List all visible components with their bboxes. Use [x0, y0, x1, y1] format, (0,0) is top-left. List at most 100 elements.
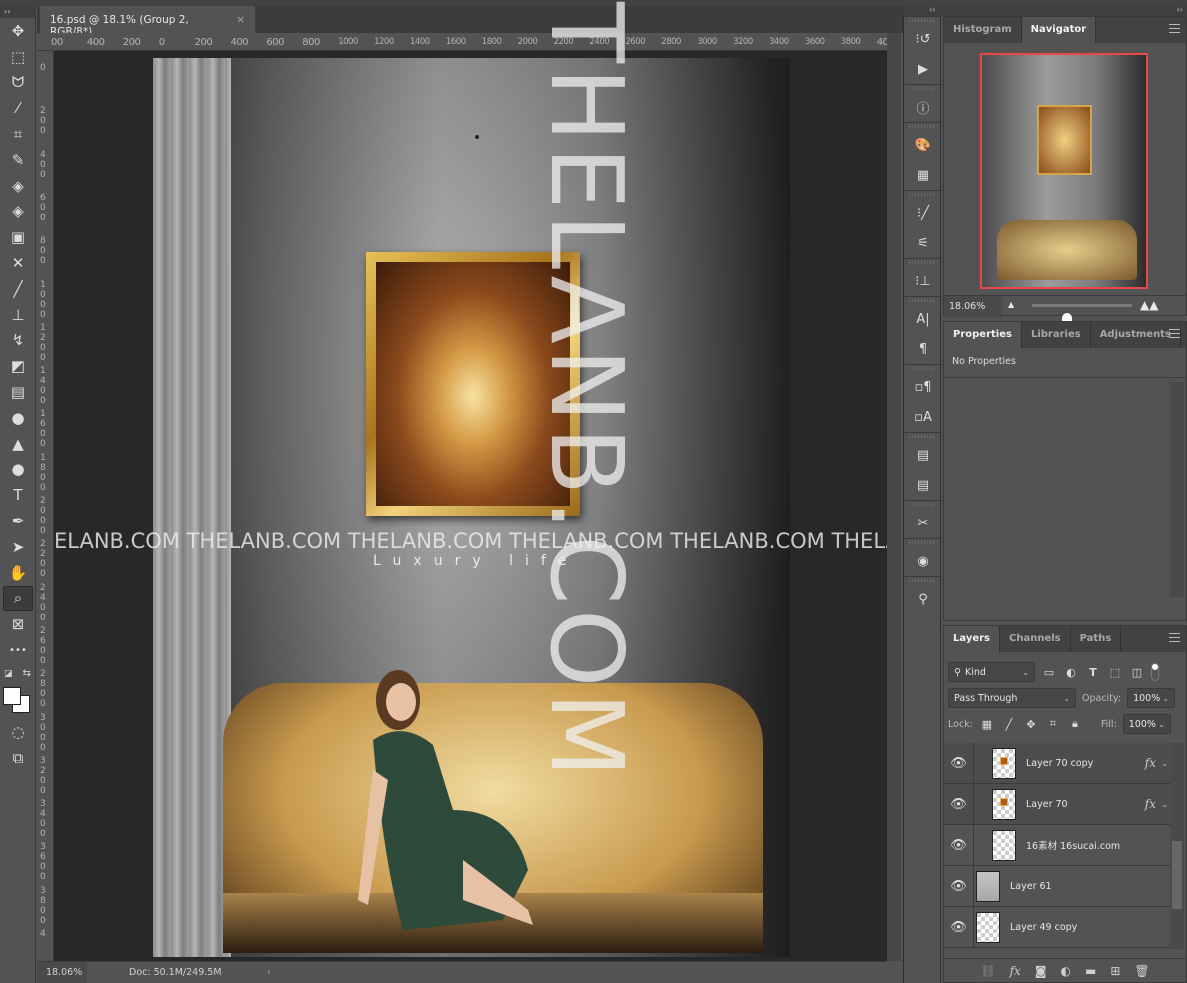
color-wheel-icon[interactable]: ◉ — [904, 546, 942, 576]
chevron-down-icon[interactable]: ⌄ — [1161, 759, 1168, 768]
measurement-icon[interactable]: ⚲ — [904, 584, 942, 614]
navigator-zoom-field[interactable]: 18.06% — [944, 295, 1002, 318]
filter-type-icon[interactable]: T — [1085, 666, 1101, 679]
tab-properties[interactable]: Properties — [944, 322, 1022, 348]
filter-toggle[interactable] — [1151, 663, 1159, 681]
dock-group-grip[interactable] — [904, 122, 940, 130]
notes-icon[interactable]: ▤ — [904, 470, 942, 500]
content-aware-move-tool-button[interactable]: ✕ — [0, 250, 36, 276]
glyphs-icon[interactable]: ▤ — [904, 440, 942, 470]
tab-channels[interactable]: Channels — [1000, 626, 1071, 652]
chevron-down-icon[interactable]: ⌄ — [1158, 720, 1165, 729]
tab-paths[interactable]: Paths — [1071, 626, 1122, 652]
new-adjustment-icon[interactable]: ◐ — [1060, 964, 1070, 978]
dock-group-grip[interactable] — [904, 190, 940, 198]
link-layers-icon[interactable]: ⛓ — [980, 964, 995, 978]
hand-tool-button[interactable]: ✋ — [0, 560, 36, 586]
lock-all-icon[interactable]: 🔒︎ — [1067, 717, 1083, 731]
layers-scrollbar[interactable] — [1170, 743, 1184, 949]
status-menu-arrow[interactable]: › — [267, 967, 271, 978]
dock-group-grip[interactable] — [904, 84, 940, 92]
lasso-tool-button[interactable]: ᗢ — [0, 70, 36, 96]
tab-layers[interactable]: Layers — [944, 626, 1000, 652]
dodge-tool-button[interactable]: ● — [0, 457, 36, 483]
layer-row[interactable]: 👁︎ Layer 70 fx ⌄ — [944, 784, 1170, 825]
clone-stamp-tool-button[interactable]: ⊥ — [0, 302, 36, 328]
lock-transparent-icon[interactable]: ▦ — [979, 718, 995, 731]
default-colors-icon[interactable]: ◪ — [4, 669, 13, 679]
lock-artboard-icon[interactable]: ⌗ — [1045, 717, 1061, 731]
magic-wand-tool-button[interactable]: ⁄ — [0, 95, 36, 121]
tab-navigator[interactable]: Navigator — [1021, 17, 1097, 43]
more-tools-button[interactable]: ••• — [0, 637, 36, 663]
layer-row[interactable]: 👁︎ Layer 61 — [944, 866, 1170, 907]
zoom-tool-button[interactable]: ⌕ — [3, 585, 33, 612]
lock-image-icon[interactable]: ╱ — [1001, 718, 1017, 731]
dock-collapse-right[interactable]: ›› — [1177, 5, 1183, 14]
color-palette-icon[interactable]: 🎨 — [904, 130, 942, 160]
status-zoom-field[interactable]: 18.06% — [37, 962, 87, 983]
paragraph-styles-icon[interactable]: ▫¶ — [904, 372, 942, 402]
lock-position-icon[interactable]: ✥ — [1023, 718, 1039, 731]
dock-group-grip[interactable] — [904, 16, 940, 24]
visibility-eye-icon[interactable]: 👁︎ — [944, 743, 974, 783]
add-mask-icon[interactable]: ◙ — [1035, 964, 1047, 978]
chevron-down-icon[interactable]: ⌄ — [1161, 800, 1168, 809]
quick-mask-mode-button[interactable]: ◌ — [0, 719, 36, 745]
visibility-eye-icon[interactable]: 👁︎ — [944, 825, 974, 865]
chevron-down-icon[interactable]: ⌄ — [1162, 694, 1169, 703]
brush-settings-icon[interactable]: ⚟ — [904, 228, 942, 258]
horizontal-ruler[interactable]: 00 400 200 0 200 400 600 800 1000 1200 1400 1600 180… — [37, 33, 887, 51]
filter-shape-icon[interactable]: ⬚ — [1107, 666, 1123, 679]
layer-row[interactable]: 👁︎ Layer 70 copy fx ⌄ — [944, 743, 1170, 784]
frame-tool-button[interactable]: ⊠ — [0, 611, 36, 637]
brush-presets-icon[interactable]: ⁝╱ — [904, 198, 942, 228]
brush-tool-button[interactable]: ╱ — [0, 276, 36, 302]
fill-field[interactable]: 100% ⌄ — [1122, 714, 1171, 734]
layer-row[interactable]: 👁︎ Layer 49 copy — [944, 907, 1170, 948]
panel-menu-icon[interactable] — [1169, 329, 1180, 338]
panel-menu-icon[interactable] — [1169, 24, 1180, 33]
crop-tool-button[interactable]: ⌗ — [0, 121, 36, 147]
add-style-icon[interactable]: fx — [1010, 964, 1021, 978]
layers-scroll-thumb[interactable] — [1172, 841, 1182, 909]
actions-play-icon[interactable]: ▶ — [904, 54, 942, 84]
canvas-vertical-scrollbar[interactable] — [887, 33, 901, 961]
canvas-area[interactable]: Luxury life ELANB.COM THELANB.COM THELAN… — [54, 51, 887, 961]
new-group-icon[interactable]: ▬ — [1085, 964, 1096, 978]
zoom-in-icon[interactable]: ▲▲ — [1140, 298, 1158, 312]
tab-adjustments[interactable]: Adjustments — [1091, 322, 1181, 348]
sharpen-tool-button[interactable]: ▲ — [0, 431, 36, 457]
layer-effects-icon[interactable]: fx — [1145, 797, 1156, 811]
eraser-tool-button[interactable]: ◩ — [0, 353, 36, 379]
filter-kind-select[interactable]: ⚲ Kind ⌄ — [948, 662, 1035, 682]
dock-group-grip[interactable] — [904, 364, 940, 372]
patch-tool-button[interactable]: ▣ — [0, 224, 36, 250]
tab-histogram[interactable]: Histogram — [944, 17, 1022, 43]
visibility-eye-icon[interactable]: 👁︎ — [944, 907, 974, 947]
gradient-tool-button[interactable]: ▤ — [0, 379, 36, 405]
vertical-ruler[interactable]: 0 200 400 600 800 1000 1200 1400 1600 1800 2000 220… — [37, 51, 54, 961]
tool-presets-icon[interactable]: ✂ — [904, 508, 942, 538]
filter-adjustment-icon[interactable]: ◐ — [1063, 666, 1079, 679]
foreground-color-swatch[interactable] — [3, 686, 21, 705]
dock-group-grip[interactable] — [904, 500, 940, 508]
marquee-tool-button[interactable]: ⬚ — [0, 44, 36, 70]
panel-menu-icon[interactable] — [1169, 633, 1180, 642]
swap-colors-icon[interactable]: ⇆ — [23, 668, 31, 679]
filter-pixel-icon[interactable]: ▭ — [1041, 666, 1057, 679]
paragraph-icon[interactable]: ¶ — [904, 334, 942, 364]
healing-brush-tool-button[interactable]: ◈ — [0, 199, 36, 225]
dock-collapse-left[interactable]: ‹‹ — [929, 5, 935, 14]
layer-effects-icon[interactable]: fx — [1145, 756, 1156, 770]
history-brush-tool-button[interactable]: ↯ — [0, 328, 36, 354]
dock-group-grip[interactable] — [904, 258, 940, 266]
dock-group-grip[interactable] — [904, 576, 940, 584]
zoom-out-icon[interactable]: ▲ — [1008, 300, 1014, 309]
properties-scrollbar[interactable] — [1170, 382, 1184, 597]
visibility-eye-icon[interactable]: 👁︎ — [944, 866, 974, 906]
pen-tool-button[interactable]: ✒ — [0, 508, 36, 534]
character-styles-icon[interactable]: ▫A — [904, 402, 942, 432]
blend-mode-select[interactable]: Pass Through ⌄ — [948, 688, 1076, 708]
blur-tool-button[interactable]: ● — [0, 405, 36, 431]
